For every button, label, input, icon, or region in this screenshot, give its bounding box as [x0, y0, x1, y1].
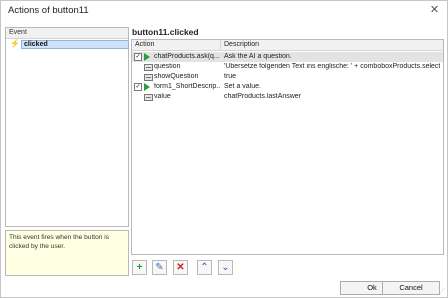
property-icon [144, 94, 153, 101]
property-row[interactable]: value chatProducts.lastAnswer [132, 92, 443, 102]
action-checkbox[interactable]: ✓ [134, 53, 142, 61]
action-row[interactable]: ✓ form1_ShortDescrip... Set a value. [132, 82, 443, 92]
title-bar: Actions of button11 ✕ [1, 1, 447, 21]
close-icon[interactable]: ✕ [428, 4, 441, 17]
move-up-button[interactable]: ⌃ [197, 260, 212, 275]
action-cell: form1_ShortDescrip... [154, 83, 220, 90]
add-action-button[interactable]: + [132, 260, 147, 275]
event-item-clicked[interactable]: ⚡ clicked [8, 39, 129, 49]
play-icon [144, 53, 150, 61]
description-cell: Set a value. [224, 83, 261, 90]
description-cell: true [224, 73, 237, 80]
actions-grid: Action Description ✓ chatProducts.ask(q.… [131, 39, 444, 255]
delete-action-button[interactable]: ✕ [173, 260, 188, 275]
lightning-icon: ⚡ [10, 39, 20, 48]
event-label[interactable]: clicked [21, 40, 129, 49]
action-row[interactable]: ✓ chatProducts.ask(q... Ask the AI a que… [132, 52, 443, 62]
resize-grip-icon[interactable]: ⋰ [439, 288, 445, 295]
event-description-text: This event fires when the button is clic… [9, 234, 110, 250]
event-column-header: Event [9, 29, 27, 36]
actions-grid-header: Action Description [132, 40, 443, 51]
dialog-title: Actions of button11 [8, 5, 89, 16]
action-cell: question [154, 63, 181, 70]
property-icon [144, 64, 153, 71]
action-cell: showQuestion [154, 73, 199, 80]
events-list: Event ⚡ clicked [5, 27, 129, 227]
actions-dialog: Actions of button11 ✕ Event ⚡ clicked Th… [0, 0, 448, 298]
edit-action-button[interactable]: ✎ [152, 260, 167, 275]
description-cell: Ask the AI a question. [224, 53, 292, 60]
property-row[interactable]: question 'Übersetze folgenden Text ins e… [132, 62, 443, 72]
description-cell: 'Übersetze folgenden Text ins englische:… [224, 63, 440, 70]
description-cell: chatProducts.lastAnswer [224, 93, 302, 100]
description-column-header[interactable]: Description [224, 41, 259, 48]
move-down-button[interactable]: ⌄ [218, 260, 233, 275]
action-cell: value [154, 93, 171, 100]
action-column-header[interactable]: Action [135, 41, 154, 48]
event-description: This event fires when the button is clic… [5, 230, 129, 276]
action-cell: chatProducts.ask(q... [154, 53, 220, 60]
play-icon [144, 83, 150, 91]
property-row[interactable]: showQuestion true [132, 72, 443, 82]
column-divider[interactable] [220, 40, 221, 50]
action-checkbox[interactable]: ✓ [134, 83, 142, 91]
property-icon [144, 74, 153, 81]
actions-title: button11.clicked [132, 27, 199, 37]
events-header: Event [6, 28, 128, 39]
cancel-button[interactable]: Cancel [382, 281, 440, 295]
